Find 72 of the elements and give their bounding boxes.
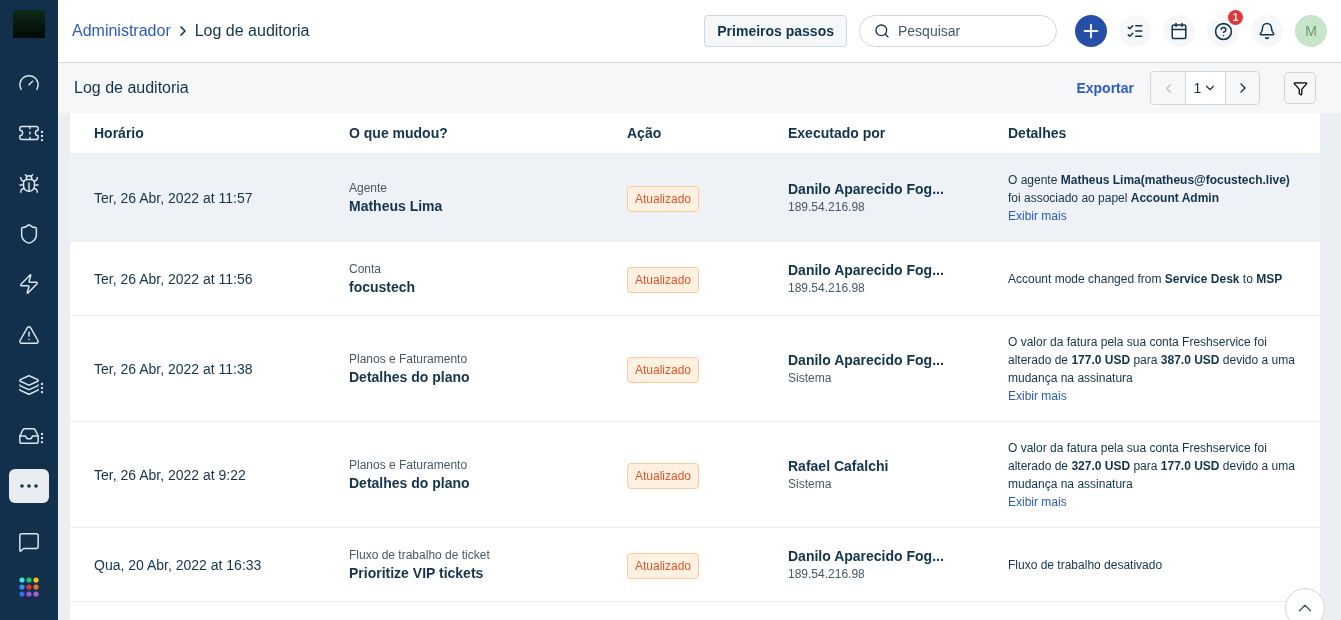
help-icon — [1213, 21, 1233, 41]
executed-by: Danilo Aparecido Fog... — [788, 548, 944, 564]
action-tag: Atualizado — [627, 462, 700, 489]
column-header: Ação — [627, 125, 663, 141]
time-cell-text: Ter, 26 Abr, 2022 at 9:22 — [94, 466, 247, 483]
executed-from: 189.54.216.98 — [788, 281, 865, 295]
column-header: Detalhes — [1008, 125, 1068, 141]
more-icon — [20, 484, 38, 488]
change-category: Agente — [349, 181, 388, 195]
executed-by: Danilo Aparecido Fog... — [788, 262, 944, 278]
details-text: Account mode changed from Service Desk to MSP — [1008, 270, 1284, 288]
details-text: O valor da fatura pela sua conta Freshservice foi alterado de 177.0 USD para 387.0 USD devido a uma mudança na assinatura — [1008, 333, 1296, 387]
changed-item: Prioritize VIP tickets — [349, 565, 484, 581]
shield-icon — [18, 222, 40, 245]
table-row[interactable]: Ter, 26 Abr, 2022 at 11:57 Agente Matheus Lima Atualizado Danilo Aparecido Fog... 189.54.216.98 O agente Matheus Lima(matheus@focustech.live) foi associado ao papel Account Admin Exibir mais — [70, 154, 1320, 242]
details-text: O valor da fatura pela sua conta Freshservice foi alterado de 327.0 USD para 177.0 USD devido a uma mudança na assinatura — [1008, 439, 1296, 493]
tasks-button[interactable] — [1119, 15, 1151, 47]
notification-badge: 1 — [1228, 10, 1243, 25]
search-icon — [874, 23, 890, 39]
chat-icon — [18, 531, 40, 554]
time-cell-text: Ter, 26 Abr, 2022 at 11:56 — [94, 270, 254, 287]
changed-item: Detalhes do plano — [349, 475, 470, 491]
section-title: Log de auditoria — [74, 79, 190, 97]
changed-item: Detalhes do plano — [349, 369, 470, 385]
export-link[interactable]: Exportar — [1076, 80, 1134, 96]
show-more-link[interactable]: Exibir mais — [1008, 386, 1067, 405]
layers-icon — [18, 374, 40, 397]
change-category: Conta — [349, 262, 382, 276]
time-cell-text: Ter, 26 Abr, 2022 at 11:38 — [94, 360, 254, 377]
executed-from: Sistema — [788, 477, 832, 491]
executed-from: 189.54.216.98 — [788, 200, 865, 214]
details-text: Fluxo de trabalho desativado — [1008, 556, 1164, 574]
page-select[interactable]: 1 — [1185, 72, 1225, 104]
filter-button[interactable] — [1284, 72, 1316, 104]
change-category: Planos e Faturamento — [349, 458, 468, 472]
getting-started-button[interactable]: Primeiros passos — [704, 15, 847, 47]
executed-from: Sistema — [788, 371, 832, 385]
column-header: Executado por — [788, 125, 887, 141]
executed-from: 189.54.216.98 — [788, 567, 865, 581]
calendar-icon — [1170, 22, 1188, 40]
action-tag: Atualizado — [627, 552, 700, 579]
changed-item: focustech — [349, 279, 416, 295]
executed-by: Rafael Cafalchi — [788, 458, 889, 474]
time-cell-text: Qua, 20 Abr, 2022 at 16:33 — [94, 556, 263, 573]
page-title: Log de auditoria — [194, 22, 310, 40]
executed-by: Danilo Aparecido Fog... — [788, 352, 944, 368]
time-cell-text: Ter, 26 Abr, 2022 at 11:57 — [94, 189, 254, 206]
sidebar-item[interactable] — [9, 468, 49, 504]
filter-icon — [1292, 80, 1308, 96]
executed-by: Danilo Aparecido Fog... — [788, 181, 944, 197]
calendar-button[interactable] — [1163, 15, 1195, 47]
bell-icon — [1258, 22, 1276, 40]
action-tag: Atualizado — [627, 356, 700, 383]
column-header: Horário — [94, 125, 145, 141]
apps-icon[interactable] — [19, 576, 39, 597]
column-header: O que mudou? — [349, 125, 449, 141]
action-tag: Atualizado — [627, 185, 700, 212]
bug-icon — [18, 172, 40, 195]
add-button[interactable] — [1075, 15, 1107, 47]
action-tag: Atualizado — [627, 266, 700, 293]
checklist-icon — [1126, 22, 1144, 40]
breadcrumb-link[interactable]: Administrador — [72, 22, 171, 40]
help-button[interactable] — [1207, 15, 1239, 47]
show-more-link[interactable]: Exibir mais — [1008, 206, 1067, 225]
bolt-icon — [18, 273, 40, 296]
details-text: O agente Matheus Lima(matheus@focustech.live) foi associado ao papel Account Admin — [1008, 171, 1291, 207]
change-category: Planos e Faturamento — [349, 352, 468, 366]
notifications-button[interactable] — [1251, 15, 1283, 47]
warning-icon — [18, 323, 40, 346]
change-category: Fluxo de trabalho de ticket — [349, 548, 490, 562]
changed-item: Matheus Lima — [349, 198, 443, 214]
show-more-link[interactable]: Exibir mais — [1008, 492, 1067, 511]
